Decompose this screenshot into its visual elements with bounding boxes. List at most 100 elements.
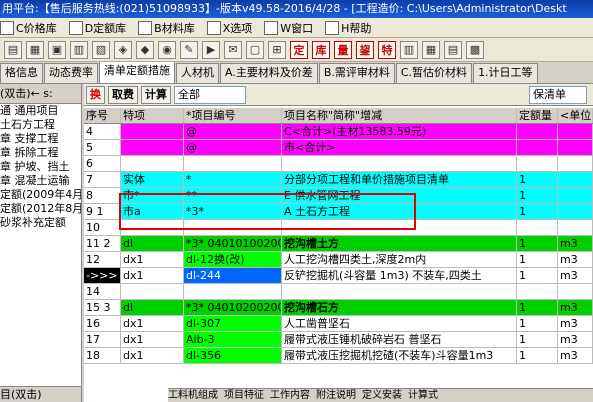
table-cell-unit[interactable]: m3 (558, 332, 593, 347)
table-cell-no[interactable]: 7 (84, 172, 121, 187)
tool-icon-8[interactable]: ◉ (158, 40, 176, 59)
table-cell-no[interactable]: 15 3 (84, 300, 121, 315)
table-row[interactable]: 16 dx1 dl-307 人工凿普坚石 1 m3 (84, 316, 593, 332)
table-cell-name[interactable]: C<合计>(主材13583.59元) (282, 124, 517, 139)
table-cell-sp[interactable]: 市a (121, 204, 184, 219)
table-cell-name[interactable]: 分部分项工程和单价措施项目清单 (282, 172, 517, 187)
table-cell-qty[interactable]: 1 (517, 236, 558, 251)
liang-button[interactable]: 量 (334, 40, 352, 59)
left-item[interactable]: 通 通用项目 (0, 104, 81, 118)
table-cell-code[interactable]: ** (184, 188, 282, 203)
table-cell-sp[interactable] (121, 156, 184, 171)
filter-select[interactable]: 全部 (174, 85, 246, 104)
table-cell-code[interactable] (184, 156, 282, 171)
table-cell-sp[interactable] (121, 284, 184, 299)
table-cell-sp[interactable]: dx1 (121, 252, 184, 267)
bottom-tab[interactable]: 工料机组成 (168, 389, 218, 402)
table-cell-no[interactable]: 4 (84, 124, 121, 139)
table-row[interactable]: 18 dx1 dl-356 履带式液压挖掘机挖碴(不装车)斗容量1m3 1 m3 (84, 348, 593, 364)
table-cell-name[interactable]: E 供水管网工程 (282, 188, 517, 203)
left-item[interactable]: 砂浆补充定额 (0, 216, 81, 230)
tool-icon-11[interactable]: ✉ (224, 40, 242, 59)
tool-icon-10[interactable]: ▶ (202, 40, 220, 59)
bottom-tab[interactable]: 项目特征 (224, 389, 264, 402)
table-cell-name[interactable]: A 土石方工程 (282, 204, 517, 219)
bottom-tab[interactable]: 计算式 (408, 389, 438, 402)
table-cell-code[interactable]: @ (184, 140, 282, 155)
table-cell-no[interactable]: 16 (84, 316, 121, 331)
table-cell-sp[interactable]: 实体 (121, 172, 184, 187)
table-row[interactable]: 10 (84, 220, 593, 236)
bottom-tab[interactable]: 定义安装 (362, 389, 402, 402)
col-header-special[interactable]: 特项 (121, 108, 184, 123)
table-cell-qty[interactable]: 1 (517, 348, 558, 363)
tool-icon-17[interactable]: ▩ (466, 40, 484, 59)
table-cell-unit[interactable]: m3 (558, 300, 593, 315)
table-cell-code[interactable]: @ (184, 124, 282, 139)
ding-button[interactable]: 定 (290, 40, 308, 59)
left-item[interactable]: 章 支撑工程 (0, 132, 81, 146)
keep-select[interactable]: 保清单 (529, 86, 587, 104)
table-cell-code[interactable]: dl-12换(改) (184, 252, 282, 267)
table-cell-code[interactable]: * (184, 172, 282, 187)
tool-icon-3[interactable]: ▣ (48, 40, 66, 59)
table-cell-name[interactable] (282, 156, 517, 171)
table-row[interactable]: 6 (84, 156, 593, 172)
table-cell-code[interactable]: Alb-3 (184, 332, 282, 347)
table-cell-code[interactable]: *3* (184, 204, 282, 219)
table-cell-name[interactable]: 挖沟槽石方 (282, 300, 517, 315)
left-item[interactable]: 章 护坡、挡土 (0, 160, 81, 174)
tab-a[interactable]: A.主要材料及价差 (220, 63, 318, 83)
table-cell-no[interactable]: ->>> (84, 268, 121, 283)
table-row[interactable]: 11 2 dl *3* 040101002002 挖沟槽土方 1 m3 (84, 236, 593, 252)
tab-c[interactable]: C.暂估价材料 (395, 63, 473, 83)
col-header-no[interactable]: 序号 (84, 108, 121, 123)
tab-b[interactable]: B.需评审材料 (318, 63, 395, 83)
tab-info[interactable]: 格信息 (0, 63, 43, 83)
table-cell-sp[interactable]: dx1 (121, 348, 184, 363)
table-cell-sp[interactable] (121, 124, 184, 139)
table-cell-name[interactable]: 履带式液压挖掘机挖碴(不装车)斗容量1m3 (282, 348, 517, 363)
table-row[interactable]: 14 (84, 284, 593, 300)
table-cell-code[interactable] (184, 220, 282, 235)
tool-icon-9[interactable]: ✎ (180, 40, 198, 59)
tool-icon-4[interactable]: ▥ (70, 40, 88, 59)
table-cell-no[interactable]: 17 (84, 332, 121, 347)
col-header-unit[interactable]: <单位 (558, 108, 593, 123)
tool-icon-2[interactable]: ▦ (26, 40, 44, 59)
tool-icon-7[interactable]: ◆ (136, 40, 154, 59)
table-cell-name[interactable] (282, 284, 517, 299)
table-cell-name[interactable]: 市<合计> (282, 140, 517, 155)
left-item[interactable]: 定额(2012年8月 (0, 202, 81, 216)
table-row[interactable]: 7 实体 * 分部分项工程和单价措施项目清单 1 (84, 172, 593, 188)
table-cell-sp[interactable]: dl (121, 236, 184, 251)
table-cell-no[interactable]: 12 (84, 252, 121, 267)
tool-icon-14[interactable]: ▥ (400, 40, 418, 59)
table-cell-qty[interactable]: 1 (517, 172, 558, 187)
menu-item-help[interactable]: H帮助 (325, 20, 371, 36)
table-cell-qty[interactable] (517, 220, 558, 235)
table-row[interactable]: ->>> dx1 dl-244 反铲挖掘机(斗容量 1m3) 不装车,四类土 1 m3 (84, 268, 593, 284)
left-item[interactable]: 土石方工程 (0, 118, 81, 132)
table-cell-sp[interactable]: dx1 (121, 332, 184, 347)
table-cell-code[interactable]: dl-307 (184, 316, 282, 331)
table-cell-qty[interactable]: 1 (517, 268, 558, 283)
table-cell-name[interactable] (282, 220, 517, 235)
table-row[interactable]: 12 dx1 dl-12换(改) 人工挖沟槽四类土,深度2m内 1 m3 (84, 252, 593, 268)
menu-item-quota[interactable]: D定额库 (68, 20, 126, 36)
table-cell-no[interactable]: 5 (84, 140, 121, 155)
table-cell-no[interactable]: 10 (84, 220, 121, 235)
col-header-code[interactable]: *项目编号 (184, 108, 282, 123)
table-cell-sp[interactable]: 市* (121, 188, 184, 203)
col-header-qty[interactable]: 定额量 (517, 108, 558, 123)
table-cell-unit[interactable]: m3 (558, 252, 593, 267)
table-row[interactable]: 15 3 dl *3* 040102002001 挖沟槽石方 1 m3 (84, 300, 593, 316)
table-cell-no[interactable]: 9 1 (84, 204, 121, 219)
table-cell-no[interactable]: 6 (84, 156, 121, 171)
jun-button[interactable]: 鋆 (356, 40, 374, 59)
table-cell-qty[interactable] (517, 284, 558, 299)
table-cell-no[interactable]: 8 (84, 188, 121, 203)
tab-1[interactable]: 1.计日工等 (473, 63, 538, 83)
table-cell-qty[interactable] (517, 156, 558, 171)
menu-item-options[interactable]: X选项 (206, 20, 252, 36)
